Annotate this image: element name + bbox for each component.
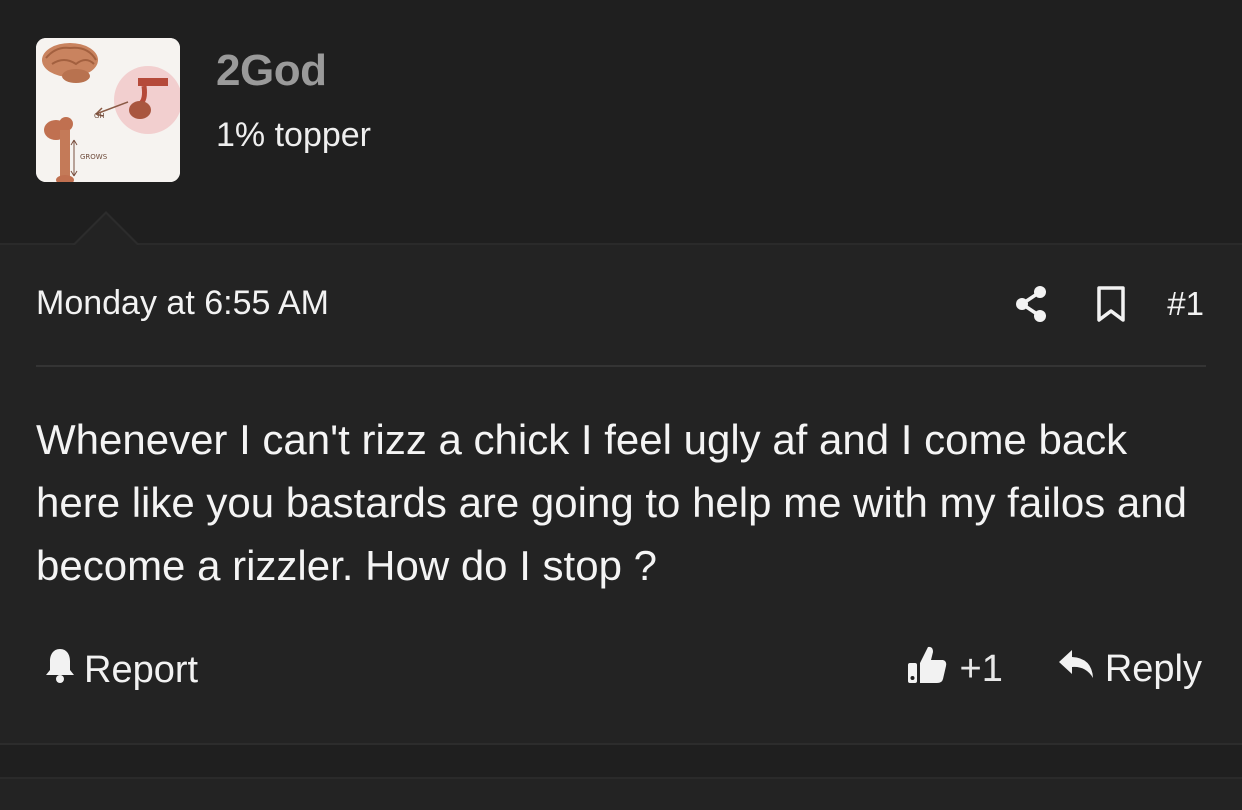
message-arrow-inner xyxy=(74,214,138,246)
report-button[interactable]: Report xyxy=(44,646,198,694)
post-date[interactable]: Monday at 6:55 AM xyxy=(36,284,329,323)
svg-text:GH: GH xyxy=(94,112,105,120)
user-avatar[interactable]: GH GROWS xyxy=(36,38,180,182)
post-meta-actions: #1 xyxy=(1011,282,1204,326)
report-label: Report xyxy=(84,648,199,691)
bell-icon xyxy=(44,646,84,694)
post-number[interactable]: #1 xyxy=(1167,285,1204,323)
reply-icon xyxy=(1057,647,1105,691)
thumbs-up-icon xyxy=(906,643,960,695)
like-count: +1 xyxy=(959,647,1003,690)
svg-text:GROWS: GROWS xyxy=(80,153,108,161)
post-separator xyxy=(0,745,1242,777)
post-content: Whenever I can't rizz a chick I feel ugl… xyxy=(36,416,1187,589)
reply-button[interactable]: Reply xyxy=(1057,647,1202,691)
like-button[interactable]: +1 xyxy=(906,643,1003,695)
username[interactable]: 2God xyxy=(216,46,327,96)
share-icon[interactable] xyxy=(1011,282,1051,326)
next-post-edge xyxy=(0,777,1242,810)
post-divider xyxy=(36,365,1206,367)
reply-label: Reply xyxy=(1104,647,1202,690)
user-title: 1% topper xyxy=(216,116,371,154)
growth-hormone-diagram-icon: GH GROWS xyxy=(36,38,180,182)
user-header: GH GROWS 2God 1% topper xyxy=(0,0,1242,243)
reaction-area: +1 Reply xyxy=(906,644,1202,694)
bookmark-icon[interactable] xyxy=(1091,282,1131,326)
